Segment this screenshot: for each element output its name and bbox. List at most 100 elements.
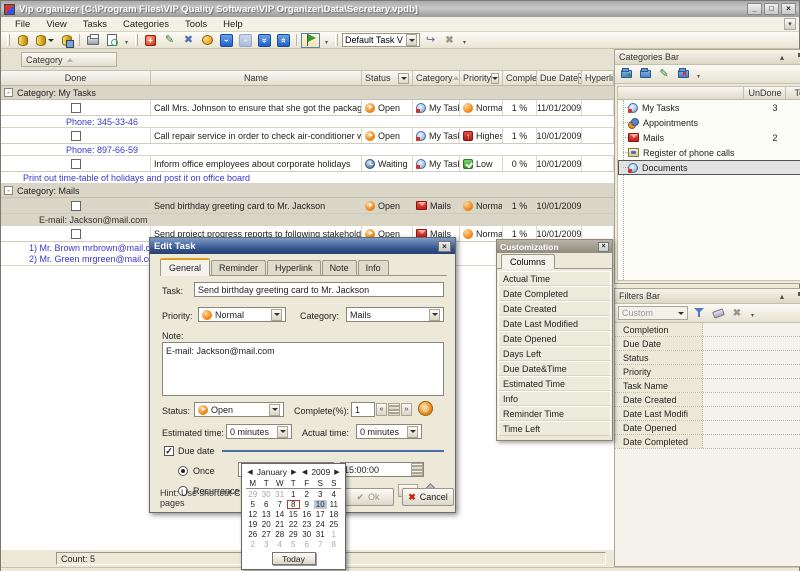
calendar-day[interactable]: 14 [273,510,287,519]
menu-tasks[interactable]: Tasks [75,18,115,31]
calendar-day[interactable]: 23 [300,520,314,529]
actual-time-combo[interactable]: 0 minutes [356,424,422,439]
table-row[interactable]: Call repair service in order to check ai… [1,128,614,144]
category-item-register-of-phone-calls[interactable]: Register of phone calls [618,145,800,160]
category-item-my-tasks[interactable]: My Tasks 3 3 [618,100,800,115]
clear-filter-button[interactable] [710,306,726,320]
collapse-icon[interactable]: - [4,186,13,195]
calendar-day[interactable]: 21 [273,520,287,529]
show-notes-toggle[interactable] [301,33,320,48]
filter-value-field[interactable] [703,421,800,434]
toolbar-overflow-icon[interactable]: ▾ [748,306,757,320]
calendar-day[interactable]: 29 [287,530,301,539]
calendar-day[interactable]: 4 [273,540,287,549]
toolbar-overflow-icon[interactable]: ▾ [694,67,703,81]
status-combo[interactable]: Open [194,402,284,417]
task-input[interactable]: Send birthday greeting card to Mr. Jacks… [194,282,444,297]
col-header-hyperlink[interactable]: Hyperlink [582,71,614,85]
pin-icon[interactable] [791,291,800,302]
calendar-day[interactable]: 12 [246,510,260,519]
note-textarea[interactable]: E-mail: Jackson@mail.com [162,342,444,396]
increment-10-button[interactable]: » [401,403,412,416]
chevron-down-icon[interactable] [406,34,417,46]
tab-columns[interactable]: Columns [501,254,555,269]
calendar-day[interactable]: 28 [273,530,287,539]
collapse-panel-icon[interactable]: ▴ [777,291,788,302]
minimize-button[interactable]: _ [747,3,762,15]
list-item[interactable]: Reminder Time [498,406,611,421]
calendar-day[interactable]: 2 [300,490,314,499]
tab-note[interactable]: Note [322,260,357,275]
category-item-mails[interactable]: Mails 2 2 [618,130,800,145]
list-item[interactable]: Time Left [498,421,611,436]
ok-button[interactable]: ✔ Ok [342,488,394,506]
delete-task-button[interactable]: ✖ [180,33,197,48]
new-category-button[interactable] [618,67,634,81]
list-item[interactable]: Due Date&Time [498,361,611,376]
calendar-day[interactable]: 20 [260,520,274,529]
print-preview-button[interactable] [103,33,120,48]
edit-category-button[interactable]: ✎ [656,67,672,81]
toolbar-overflow-icon[interactable]: ▾ [122,33,131,47]
col-undone[interactable]: UnDone [743,87,785,99]
done-checkbox[interactable] [71,131,81,141]
chevron-down-icon[interactable] [269,404,280,416]
calendar-day[interactable]: 30 [300,530,314,539]
move-up-button[interactable]: › [237,33,254,48]
move-down-button[interactable]: › [218,33,235,48]
remove-filter-button[interactable]: ✖ [729,306,745,320]
next-month-icon[interactable]: ▶ [290,468,298,476]
calendar-day[interactable]: 6 [260,500,274,509]
estimated-time-combo[interactable]: 0 minutes [226,424,292,439]
col-total[interactable]: Total [785,87,800,99]
priority-combo[interactable]: Normal [198,307,286,322]
calendar-day[interactable]: 26 [246,530,260,539]
done-checkbox[interactable] [71,159,81,169]
collapse-panel-icon[interactable]: ▴ [777,52,788,63]
col-header-category[interactable]: Category [413,71,460,85]
move-top-button[interactable]: « [275,33,292,48]
list-item[interactable]: Actual Time [498,271,611,286]
toolbar-overflow-icon[interactable]: ▾ [322,33,331,47]
filter-value-field[interactable] [703,351,800,364]
done-checkbox[interactable] [71,201,81,211]
complete-spinner[interactable] [388,403,400,416]
calendar-day[interactable]: 3 [314,490,328,499]
calendar-day[interactable]: 3 [260,540,274,549]
table-row[interactable]: Call Mrs. Johnson to ensure that she got… [1,100,614,116]
calendar-day-today[interactable]: 8 [287,500,301,509]
chevron-down-icon[interactable] [407,426,418,438]
col-header-name[interactable]: Name [151,71,362,85]
task-view-combo[interactable]: Default Task V [342,33,420,47]
category-combo[interactable]: Mails [346,307,444,322]
calendar-day[interactable]: 11 [327,500,341,509]
col-header-complete[interactable]: Complete [503,71,537,85]
calendar-day[interactable]: 7 [273,500,287,509]
time-spinner[interactable] [411,463,423,476]
col-header-status[interactable]: Status [362,71,413,85]
calendar-day[interactable]: 2 [246,540,260,549]
calendar-day[interactable]: 16 [300,510,314,519]
due-date-checkbox[interactable]: ✓ [164,446,174,456]
group-row-mails[interactable]: - Category: Mails [1,184,614,198]
menu-help[interactable]: Help [215,18,251,31]
new-task-button[interactable]: + [142,33,159,48]
maximize-button[interactable]: □ [764,3,779,15]
calendar-day[interactable]: 19 [246,520,260,529]
chevron-down-icon[interactable] [277,426,288,438]
filter-value-field[interactable] [703,379,800,392]
calendar-day[interactable]: 8 [327,540,341,549]
calendar-day[interactable]: 5 [246,500,260,509]
list-item[interactable]: Info [498,391,611,406]
calendar-day[interactable]: 31 [314,530,328,539]
calendar-day[interactable]: 4 [327,490,341,499]
new-database-button[interactable] [14,33,31,48]
filter-value-field[interactable] [703,365,800,378]
filter-value-field[interactable] [703,407,800,420]
today-button[interactable]: Today [272,552,316,565]
list-item[interactable]: Date Created [498,301,611,316]
done-checkbox[interactable] [71,229,81,239]
complete-input[interactable]: 1 [351,402,375,417]
save-database-button[interactable] [58,33,75,48]
toolbar-overflow-icon[interactable]: ▾ [460,33,469,47]
